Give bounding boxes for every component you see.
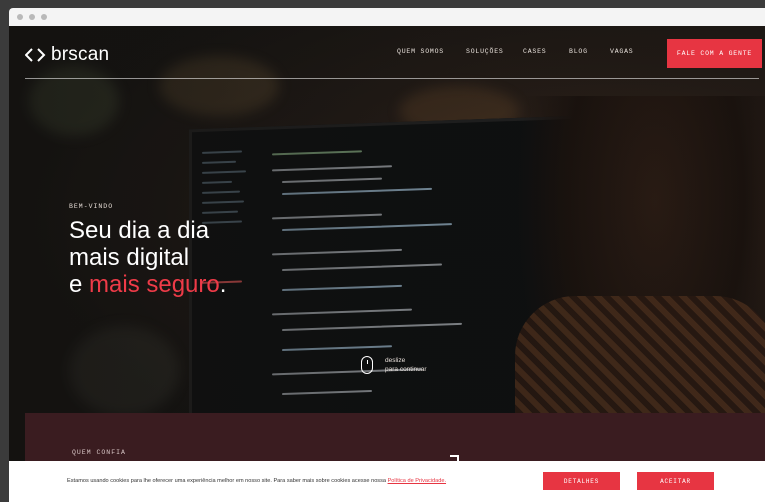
hero-eyebrow: BEM-VINDO <box>69 203 114 210</box>
headline-line-2: mais digital <box>69 244 190 271</box>
nav-item-blog[interactable]: BLOG <box>569 48 588 55</box>
cookie-details-button[interactable]: DETALHES <box>543 472 620 490</box>
window-dot-minimize[interactable] <box>29 14 35 20</box>
scroll-hint-line-2: para continuar <box>385 366 427 373</box>
nav-item-solucoes[interactable]: SOLUÇÕES <box>466 48 504 55</box>
scroll-hint-text: deslize para continuar <box>385 356 427 374</box>
cookie-message: Estamos usando cookies para lhe oferecer… <box>67 478 446 484</box>
logo-text: brscan <box>51 44 110 65</box>
mouse-icon <box>361 356 373 374</box>
scroll-hint[interactable]: deslize para continuar <box>361 356 427 374</box>
contact-cta-button[interactable]: FALE COM A GENTE <box>667 39 762 68</box>
scroll-hint-line-1: deslize <box>385 357 406 364</box>
brand-logo[interactable]: brscan <box>25 44 109 66</box>
clients-section-label: QUEM CONFIA <box>72 449 126 456</box>
cookie-accept-button[interactable]: ACEITAR <box>637 472 714 490</box>
nav-item-quem-somos[interactable]: QUEM SOMOS <box>397 48 444 55</box>
cookie-message-text: Estamos usando cookies para lhe oferecer… <box>67 478 388 484</box>
headline-line-3: e mais seguro. <box>69 271 226 298</box>
browser-chrome <box>9 8 765 26</box>
logo-diamond-icon <box>25 48 46 62</box>
page-viewport: brscan QUEM SOMOS SOLUÇÕES CASES BLOG VA… <box>9 26 765 502</box>
headline-line-1: Seu dia a dia <box>69 217 210 244</box>
window-dot-close[interactable] <box>17 14 23 20</box>
screenshot-frame: brscan QUEM SOMOS SOLUÇÕES CASES BLOG VA… <box>0 0 765 502</box>
headline-suffix: . <box>219 271 227 298</box>
header-divider <box>25 78 759 79</box>
headline-prefix: e <box>69 271 90 298</box>
nav-item-vagas[interactable]: VAGAS <box>610 48 634 55</box>
hero-headline: Seu dia a dia mais digital e mais seguro… <box>69 217 226 298</box>
cookie-banner: Estamos usando cookies para lhe oferecer… <box>9 461 765 502</box>
headline-accent: mais seguro <box>89 271 220 298</box>
window-dot-maximize[interactable] <box>41 14 47 20</box>
nav-item-cases[interactable]: CASES <box>523 48 547 55</box>
privacy-policy-link[interactable]: Política de Privacidade. <box>388 478 446 484</box>
